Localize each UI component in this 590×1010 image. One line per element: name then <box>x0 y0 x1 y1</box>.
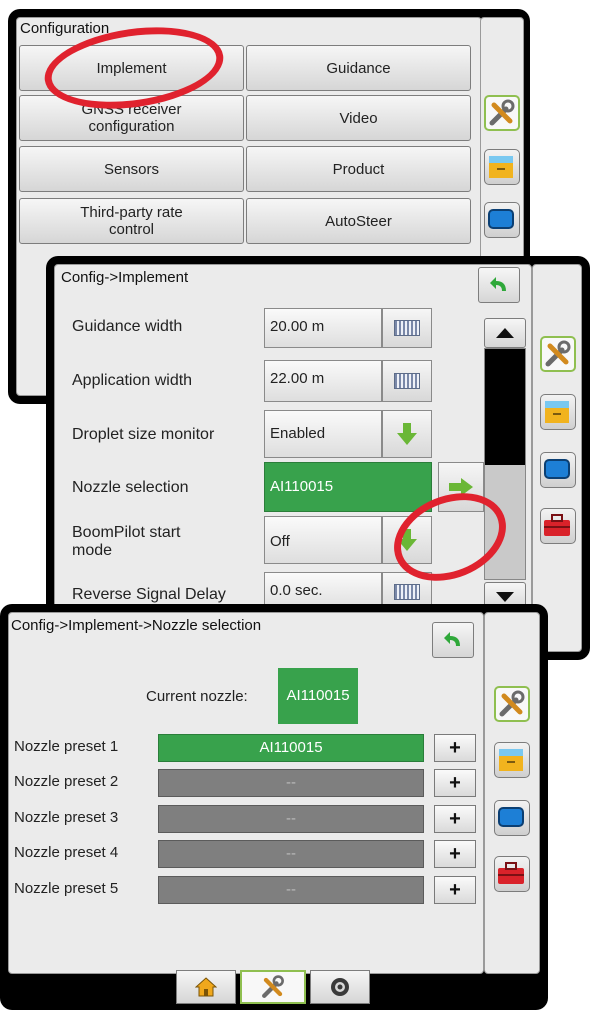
nozzle-preset-3-value[interactable]: -- <box>158 805 424 833</box>
back-button[interactable] <box>432 622 474 658</box>
console-icon[interactable] <box>540 452 576 488</box>
droplet-size-monitor-label: Droplet size monitor <box>72 426 215 443</box>
implement-panel: Config->Implement Guidance width 20.00 m… <box>46 256 590 660</box>
nozzle-preset-4-label: Nozzle preset 4 <box>14 844 119 861</box>
boompilot-start-mode-value[interactable]: Off <box>264 516 382 564</box>
nozzle-preset-3-add-button[interactable]: + <box>434 805 476 833</box>
nozzle-preset-5-label: Nozzle preset 5 <box>14 880 119 897</box>
scrollbar-thumb[interactable] <box>485 349 525 465</box>
guidance-button[interactable]: Guidance <box>246 45 471 91</box>
nozzle-preset-2-label: Nozzle preset 2 <box>14 773 119 790</box>
nozzle-preset-2-value[interactable]: -- <box>158 769 424 797</box>
camera-icon[interactable] <box>310 970 370 1004</box>
back-button[interactable] <box>478 267 520 303</box>
nozzle-preset-1-add-button[interactable]: + <box>434 734 476 762</box>
tools-icon[interactable] <box>240 970 306 1004</box>
droplet-size-monitor-value[interactable]: Enabled <box>264 410 382 458</box>
guidance-width-label: Guidance width <box>72 318 183 335</box>
nozzle-preset-4-add-button[interactable]: + <box>434 840 476 868</box>
console-icon[interactable] <box>494 800 530 836</box>
third-party-rate-control-button[interactable]: Third-party rate control <box>19 198 244 244</box>
nozzle-selection-panel: Config->Implement->Nozzle selection Curr… <box>0 604 548 1010</box>
nozzle-preset-1-value[interactable]: AI110015 <box>158 734 424 762</box>
nozzle-side-toolbar <box>484 612 540 974</box>
reverse-signal-delay-label: Reverse Signal Delay <box>72 586 226 603</box>
toolbox-icon[interactable] <box>540 508 576 544</box>
tools-icon[interactable] <box>494 686 530 722</box>
down-arrow-icon[interactable] <box>382 410 432 458</box>
nozzle-preset-5-add-button[interactable]: + <box>434 876 476 904</box>
product-button[interactable]: Product <box>246 146 471 192</box>
guidance-width-value[interactable]: 20.00 m <box>264 308 382 348</box>
current-nozzle-label: Current nozzle: <box>146 688 248 705</box>
keyboard-icon[interactable] <box>382 308 432 348</box>
nozzle-preset-1-label: Nozzle preset 1 <box>14 738 119 755</box>
data-folder-icon[interactable] <box>494 742 530 778</box>
nozzle-preset-2-add-button[interactable]: + <box>434 769 476 797</box>
application-width-value[interactable]: 22.00 m <box>264 360 382 402</box>
keyboard-icon[interactable] <box>382 360 432 402</box>
data-folder-icon[interactable] <box>484 149 520 185</box>
configuration-title: Configuration <box>20 20 110 37</box>
data-folder-icon[interactable] <box>540 394 576 430</box>
toolbox-icon[interactable] <box>494 856 530 892</box>
nozzle-preset-4-value[interactable]: -- <box>158 840 424 868</box>
nozzle-selection-title: Config->Implement->Nozzle selection <box>11 617 262 634</box>
nozzle-selection-value[interactable]: AI110015 <box>264 462 432 512</box>
console-icon[interactable] <box>484 202 520 238</box>
nozzle-preset-5-value[interactable]: -- <box>158 876 424 904</box>
video-button[interactable]: Video <box>246 95 471 141</box>
boompilot-start-mode-label: BoomPilot start mode <box>72 524 181 559</box>
implement-title: Config->Implement <box>61 269 189 286</box>
current-nozzle-value: AI110015 <box>278 668 358 724</box>
scroll-up-button[interactable] <box>484 318 526 348</box>
tools-icon[interactable] <box>484 95 520 131</box>
home-icon[interactable] <box>176 970 236 1004</box>
application-width-label: Application width <box>72 372 193 389</box>
bottom-tab-bar <box>176 970 376 1004</box>
autosteer-button[interactable]: AutoSteer <box>246 198 471 244</box>
tools-icon[interactable] <box>540 336 576 372</box>
nozzle-selection-label: Nozzle selection <box>72 479 189 496</box>
nozzle-preset-3-label: Nozzle preset 3 <box>14 809 119 826</box>
sensors-button[interactable]: Sensors <box>19 146 244 192</box>
